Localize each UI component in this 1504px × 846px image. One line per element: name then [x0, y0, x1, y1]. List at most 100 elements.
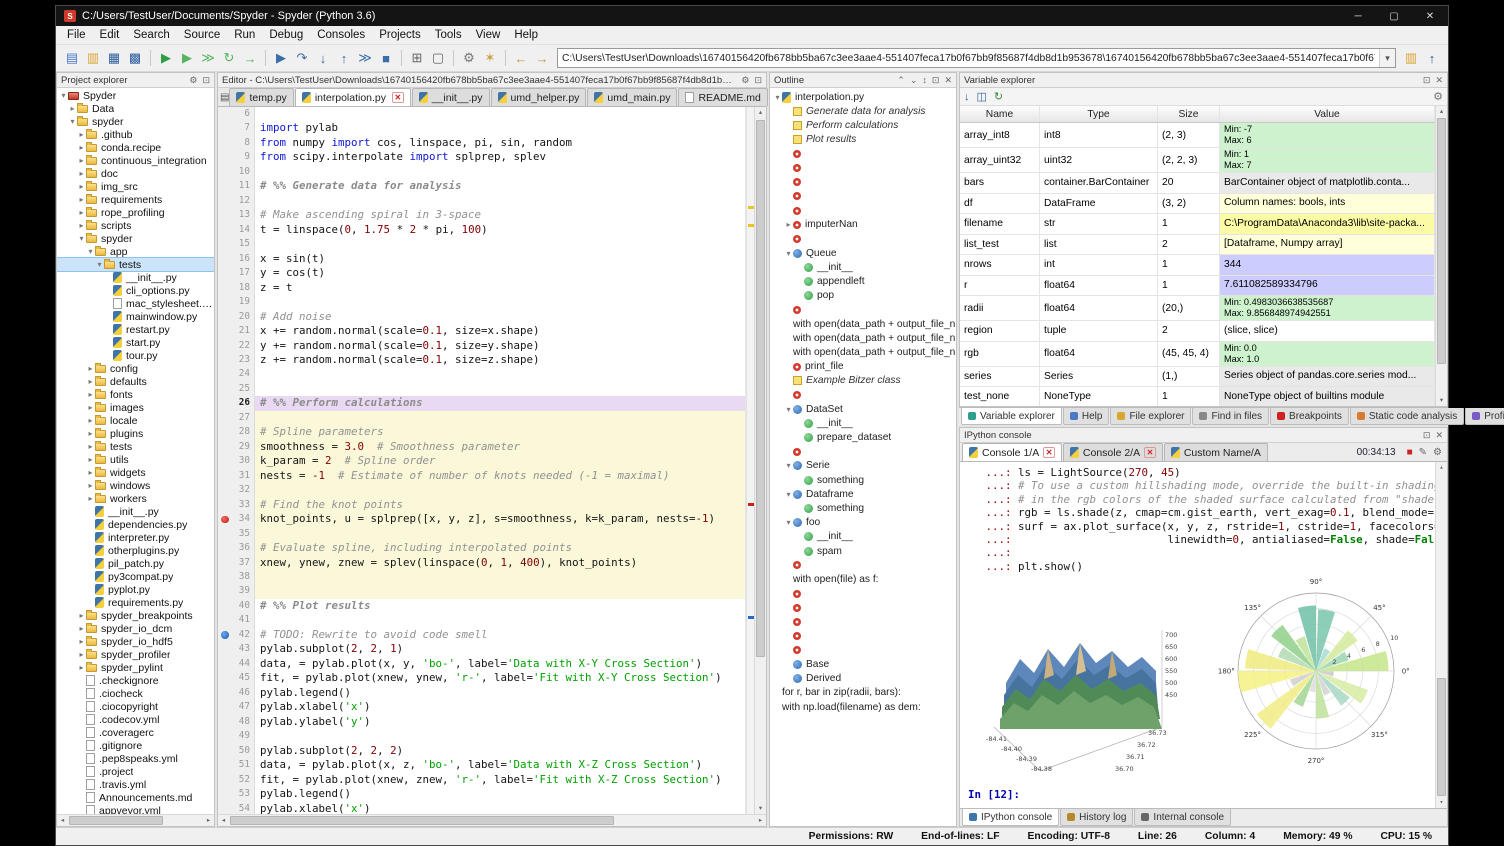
line-number[interactable]: 14 [218, 223, 255, 237]
line-number[interactable]: 54 [218, 802, 255, 815]
tree-expand-arrow-icon[interactable]: ▸ [86, 377, 95, 386]
line-number[interactable]: 22 [218, 339, 255, 353]
line-number[interactable]: 41 [218, 613, 255, 627]
tree-collapse-arrow-icon[interactable]: ▾ [86, 247, 95, 256]
editor-tab-umd-main-py[interactable]: umd_main.py [587, 88, 677, 106]
tree-item[interactable]: tour.py [57, 349, 214, 362]
import-data-icon[interactable]: ↓ [964, 91, 970, 103]
tree-item[interactable]: ▸tests [57, 440, 214, 453]
menu-file[interactable]: File [60, 27, 93, 43]
code-line-content[interactable]: pylab.subplot(2, 2, 2) [255, 744, 746, 758]
working-directory-combobox[interactable]: ▾ [557, 48, 1396, 68]
outline-item[interactable] [770, 161, 956, 175]
save-data-icon[interactable]: ◫ [977, 90, 987, 103]
code-line-content[interactable]: y += random.normal(scale=0.1, size=y.sha… [255, 339, 746, 353]
outline-item[interactable] [770, 601, 956, 615]
tree-item[interactable]: ▾app [57, 245, 214, 258]
tree-collapse-arrow-icon[interactable]: ▾ [784, 249, 793, 258]
code-line-content[interactable]: pylab.xlabel('x') [255, 700, 746, 714]
tree-collapse-arrow-icon[interactable]: ▾ [784, 461, 793, 470]
code-line-content[interactable]: z = t [255, 281, 746, 295]
outline-item[interactable]: Example Bitzer class [770, 374, 956, 388]
stop-debug-icon[interactable]: ■ [376, 48, 396, 68]
pythonpath-icon[interactable]: ✶ [480, 48, 500, 68]
line-number[interactable]: 42 [218, 628, 255, 642]
expand-all-icon[interactable]: ⌄ [910, 75, 918, 86]
outline-item[interactable] [770, 189, 956, 203]
console-bottom-tab-ipython-console[interactable]: IPython console [962, 809, 1059, 826]
close-button[interactable]: ✕ [1412, 6, 1448, 26]
code-line-content[interactable] [255, 411, 746, 425]
console-options-gear-icon[interactable]: ⚙ [1433, 447, 1442, 458]
editor-tab-init-py[interactable]: __init__.py [412, 88, 490, 106]
tree-item[interactable]: .pep8speaks.yml [57, 752, 214, 765]
outline-item[interactable]: for r, bar in zip(radii, bars): [770, 686, 956, 700]
outline-item[interactable]: ▾foo [770, 516, 956, 530]
code-line-content[interactable]: # Find the knot points [255, 498, 746, 512]
line-number[interactable]: 39 [218, 584, 255, 598]
undock-icon[interactable]: ⊡ [1423, 430, 1431, 441]
run-cell-icon[interactable]: ▶ [177, 48, 197, 68]
step-into-icon[interactable]: ↓ [313, 48, 333, 68]
code-line-content[interactable] [255, 527, 746, 541]
console-tab-custom-name-a[interactable]: Custom Name/A [1164, 443, 1268, 461]
outline-item[interactable]: ▾DataSet [770, 402, 956, 416]
tree-expand-arrow-icon[interactable]: ▸ [77, 650, 86, 659]
code-line-content[interactable]: from numpy import cos, linspace, pi, sin… [255, 136, 746, 150]
browse-tabs-icon[interactable]: ▤ [220, 89, 229, 105]
refresh-icon[interactable]: ↻ [994, 90, 1003, 103]
menu-help[interactable]: Help [507, 27, 545, 43]
line-number[interactable]: 20 [218, 310, 255, 324]
outline-item[interactable] [770, 558, 956, 572]
tree-expand-arrow-icon[interactable]: ▸ [77, 637, 86, 646]
outline-item[interactable]: pop [770, 289, 956, 303]
code-line-content[interactable] [255, 165, 746, 179]
line-number[interactable]: 32 [218, 483, 255, 497]
scroll-up-icon[interactable]: ▴ [1436, 106, 1447, 117]
outline-item[interactable] [770, 643, 956, 657]
scroll-thumb[interactable] [1437, 118, 1446, 364]
tree-expand-arrow-icon[interactable]: ▸ [86, 416, 95, 425]
outline-item[interactable]: Perform calculations [770, 118, 956, 132]
tree-item[interactable]: .ciocopyright [57, 700, 214, 713]
outline-item[interactable]: Base [770, 658, 956, 672]
code-line-content[interactable]: pylab.xlabel('x') [255, 802, 746, 815]
code-line-content[interactable]: pylab.ylabel('y') [255, 715, 746, 729]
tree-item[interactable]: ▸workers [57, 492, 214, 505]
variable-vertical-scrollbar[interactable]: ▴ ▾ [1435, 106, 1447, 406]
tree-expand-arrow-icon[interactable]: ▸ [86, 481, 95, 490]
tree-item[interactable]: .coveragerc [57, 726, 214, 739]
tree-expand-arrow-icon[interactable]: ▸ [77, 195, 86, 204]
tree-expand-arrow-icon[interactable]: ▸ [77, 130, 86, 139]
step-return-icon[interactable]: ↑ [334, 48, 354, 68]
variable-row[interactable]: rgbfloat64(45, 45, 4)Min: 0.0Max: 1.0 [960, 342, 1435, 367]
tree-item[interactable]: ▸spyder_profiler [57, 648, 214, 661]
line-number[interactable]: 35 [218, 527, 255, 541]
code-line-content[interactable] [255, 483, 746, 497]
browse-working-directory-icon[interactable]: ▥ [1401, 48, 1421, 68]
tree-item[interactable]: ▸config [57, 362, 214, 375]
tree-item[interactable]: ▸windows [57, 479, 214, 492]
tree-collapse-arrow-icon[interactable]: ▾ [59, 91, 68, 100]
outline-item[interactable]: ▾Queue [770, 246, 956, 260]
code-line-content[interactable]: nests = -1 # Estimate of number of knots… [255, 469, 746, 483]
tree-item[interactable]: ▸plugins [57, 427, 214, 440]
variable-row[interactable]: barscontainer.BarContainer20BarContainer… [960, 173, 1435, 194]
code-line-content[interactable]: data, = pylab.plot(x, z, 'bo-', label='D… [255, 758, 746, 772]
tree-item[interactable]: restart.py [57, 323, 214, 336]
outline-item[interactable] [770, 587, 956, 601]
outline-item[interactable] [770, 175, 956, 189]
outline-item[interactable]: ▾Dataframe [770, 487, 956, 501]
line-number[interactable]: 53 [218, 787, 255, 801]
preferences-icon[interactable]: ⚙ [459, 48, 479, 68]
plugin-tab-help[interactable]: Help [1063, 408, 1110, 425]
scroll-right-icon[interactable]: ▸ [755, 815, 766, 826]
outline-item[interactable]: __init__ [770, 416, 956, 430]
run-selection-icon[interactable]: → [240, 48, 260, 68]
tree-item[interactable]: ▸utils [57, 453, 214, 466]
line-number[interactable]: 44 [218, 657, 255, 671]
undock-icon[interactable]: ⊡ [932, 75, 940, 86]
close-icon[interactable]: ✕ [944, 75, 952, 86]
console-vertical-scrollbar[interactable]: ▴ ▾ [1435, 462, 1447, 808]
line-number[interactable]: 34 [218, 512, 255, 526]
